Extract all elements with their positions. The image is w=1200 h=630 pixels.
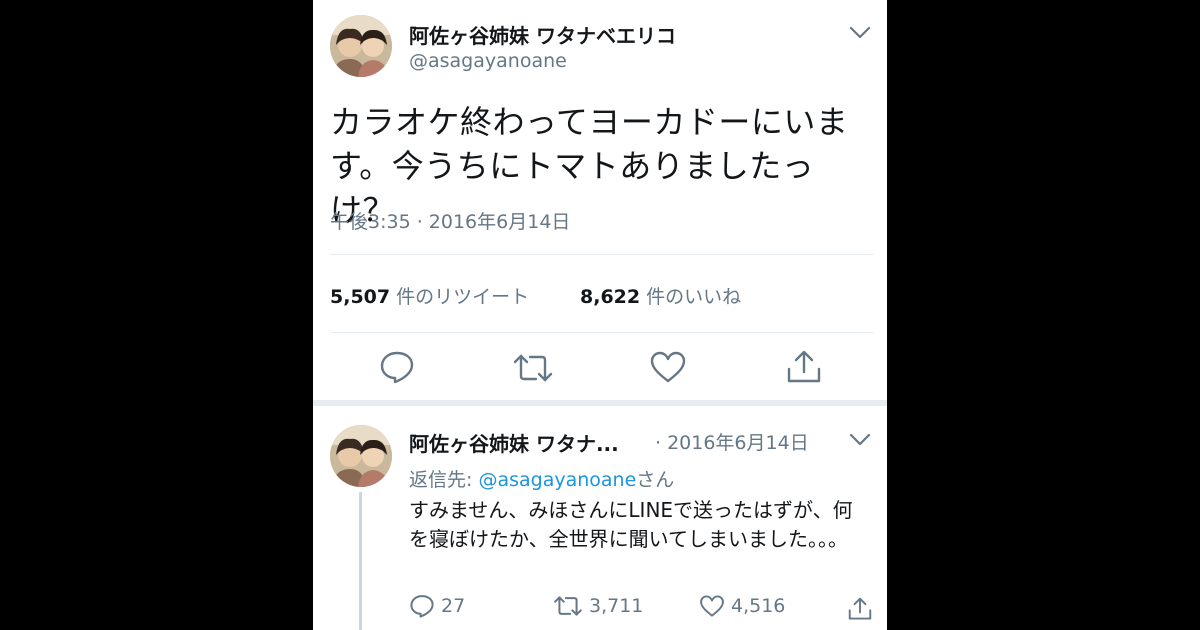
replying-to: 返信先: @asagayanoaneさん xyxy=(409,465,674,492)
section-separator xyxy=(313,400,887,406)
retweet-count: 5,507 xyxy=(330,286,391,308)
reply-display-name[interactable]: 阿佐ヶ谷姉妹 ワタナ... xyxy=(409,428,619,457)
like-icon[interactable] xyxy=(649,350,687,384)
reply-icon[interactable] xyxy=(379,350,415,384)
reply-text: すみません、みほさんにLINEで送ったはずが、何を寝ぼけたか、全世界に聞いてしま… xyxy=(409,498,853,551)
retweet-label: 件のリツイート xyxy=(396,286,530,308)
thread-line xyxy=(359,492,362,630)
reply-like-action[interactable]: 4,516 xyxy=(699,594,785,618)
avatar-photo xyxy=(330,15,392,77)
like-count: 8,622 xyxy=(580,286,641,308)
avatar[interactable] xyxy=(330,425,392,487)
tweet-timestamp[interactable]: 午後3:35 · 2016年6月14日 xyxy=(330,207,570,234)
chevron-down-icon[interactable] xyxy=(849,433,871,447)
reply-suffix: さん xyxy=(636,469,675,491)
avatar[interactable] xyxy=(330,15,392,77)
user-handle[interactable]: @asagayanoane xyxy=(409,50,567,72)
reply-handle-link[interactable]: @asagayanoane xyxy=(478,469,636,491)
retweet-icon[interactable] xyxy=(512,352,554,384)
display-name[interactable]: 阿佐ヶ谷姉妹 ワタナベエリコ xyxy=(409,20,676,49)
retweet-stats[interactable]: 5,507 件のリツイート xyxy=(330,282,529,309)
like-icon xyxy=(700,595,724,617)
avatar-photo xyxy=(330,425,392,487)
reply-retweet-action[interactable]: 3,711 xyxy=(553,594,643,618)
share-icon[interactable] xyxy=(785,349,823,385)
reply-icon xyxy=(410,595,434,618)
retweet-icon xyxy=(554,596,582,616)
like-stats[interactable]: 8,622 件のいいね xyxy=(580,282,741,309)
tweet-detail-panel: 阿佐ヶ谷姉妹 ワタナベエリコ @asagayanoane カラオケ終わってヨーカ… xyxy=(313,0,887,630)
reply-reply-action[interactable]: 27 xyxy=(409,594,465,618)
reply-date[interactable]: · 2016年6月14日 xyxy=(655,428,809,455)
reply-like-count: 4,516 xyxy=(731,595,786,617)
share-icon[interactable] xyxy=(847,596,873,622)
chevron-down-icon[interactable] xyxy=(849,26,871,40)
divider xyxy=(330,254,874,255)
divider xyxy=(330,332,874,333)
reply-retweet-count: 3,711 xyxy=(589,595,644,617)
reply-prefix: 返信先: xyxy=(409,469,479,491)
like-label: 件のいいね xyxy=(646,286,742,308)
reply-count: 27 xyxy=(441,595,466,617)
